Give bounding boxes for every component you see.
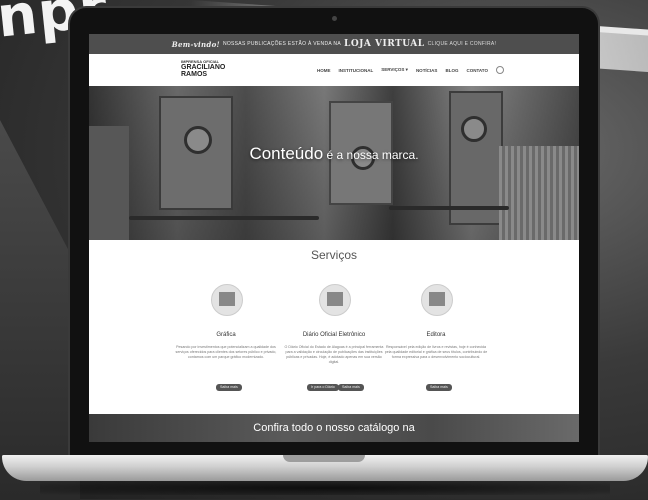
hero-headline: Conteúdo é a nossa marca. <box>89 144 579 164</box>
hero-pipe <box>129 216 319 220</box>
hero-headline-big: Conteúdo <box>249 144 324 163</box>
diario-saiba-mais-button[interactable]: Saiba mais <box>338 384 364 391</box>
logo-line-3: RAMOS <box>181 71 208 78</box>
diario-ir-para-button[interactable]: Ir para o Diário <box>307 384 339 391</box>
search-icon[interactable] <box>495 66 504 74</box>
laptop-screen: Bem-vindo! NOSSAS PUBLICAÇÕES ESTÃO À VE… <box>89 34 579 442</box>
services-title: Serviços <box>310 248 357 262</box>
books-icon <box>421 284 453 316</box>
logo-line-2: GRACILIANO <box>181 64 226 71</box>
greeting: Bem-vindo! <box>171 39 220 49</box>
hero-roller <box>461 116 487 142</box>
service-title-editora: Editora <box>426 332 446 338</box>
grafica-saiba-mais-button[interactable]: Saiba mais <box>216 384 242 391</box>
announcement-message: NOSSAS PUBLICAÇÕES ESTÃO À VENDA NA <box>222 41 341 47</box>
nav-item-home[interactable]: HOME <box>317 68 331 73</box>
service-desc-editora: Responsável pela edição de livros e revi… <box>384 345 488 359</box>
site-logo[interactable]: IMPRENSA OFICIAL GRACILIANO RAMOS <box>181 59 243 81</box>
laptop-camera <box>332 16 337 21</box>
announcement-cta[interactable]: CLIQUE AQUI E CONFIRA! <box>428 41 497 47</box>
printing-press-icon <box>211 284 243 316</box>
hero-banner: Conteúdo é a nossa marca. <box>89 86 579 240</box>
main-nav: HOME INSTITUCIONAL SERVIÇOS ▾ NOTÍCIAS B… <box>317 66 504 74</box>
hero-headline-small: é a nossa marca. <box>323 148 419 162</box>
nav-item-blog[interactable]: BLOG <box>445 68 458 73</box>
service-desc-diario: O Diário Oficial do Estado de Alagoas é … <box>284 345 384 364</box>
nav-item-institucional[interactable]: INSTITUCIONAL <box>339 68 374 73</box>
announcement-bar[interactable]: Bem-vindo! NOSSAS PUBLICAÇÕES ESTÃO À VE… <box>89 34 579 54</box>
document-monitor-icon <box>319 284 351 316</box>
store-link[interactable]: LOJA VIRTUAL <box>344 39 425 49</box>
catalog-banner: Confira todo o nosso catálogo na <box>89 414 579 442</box>
nav-item-noticias[interactable]: NOTÍCIAS <box>416 68 438 73</box>
laptop-shadow <box>40 481 610 495</box>
catalog-text: Confira todo o nosso catálogo na <box>253 422 415 434</box>
nav-item-servicos[interactable]: SERVIÇOS ▾ <box>381 67 408 73</box>
service-title-grafica: Gráfica <box>216 332 236 338</box>
hero-pipe <box>389 206 509 210</box>
nav-item-contato[interactable]: CONTATO <box>466 68 488 73</box>
editora-saiba-mais-button[interactable]: Saiba mais <box>426 384 452 391</box>
laptop-notch <box>283 455 365 462</box>
service-desc-grafica: Pesando por investimentos que potenciali… <box>175 345 277 359</box>
navbar: IMPRENSA OFICIAL GRACILIANO RAMOS HOME I… <box>89 54 579 87</box>
